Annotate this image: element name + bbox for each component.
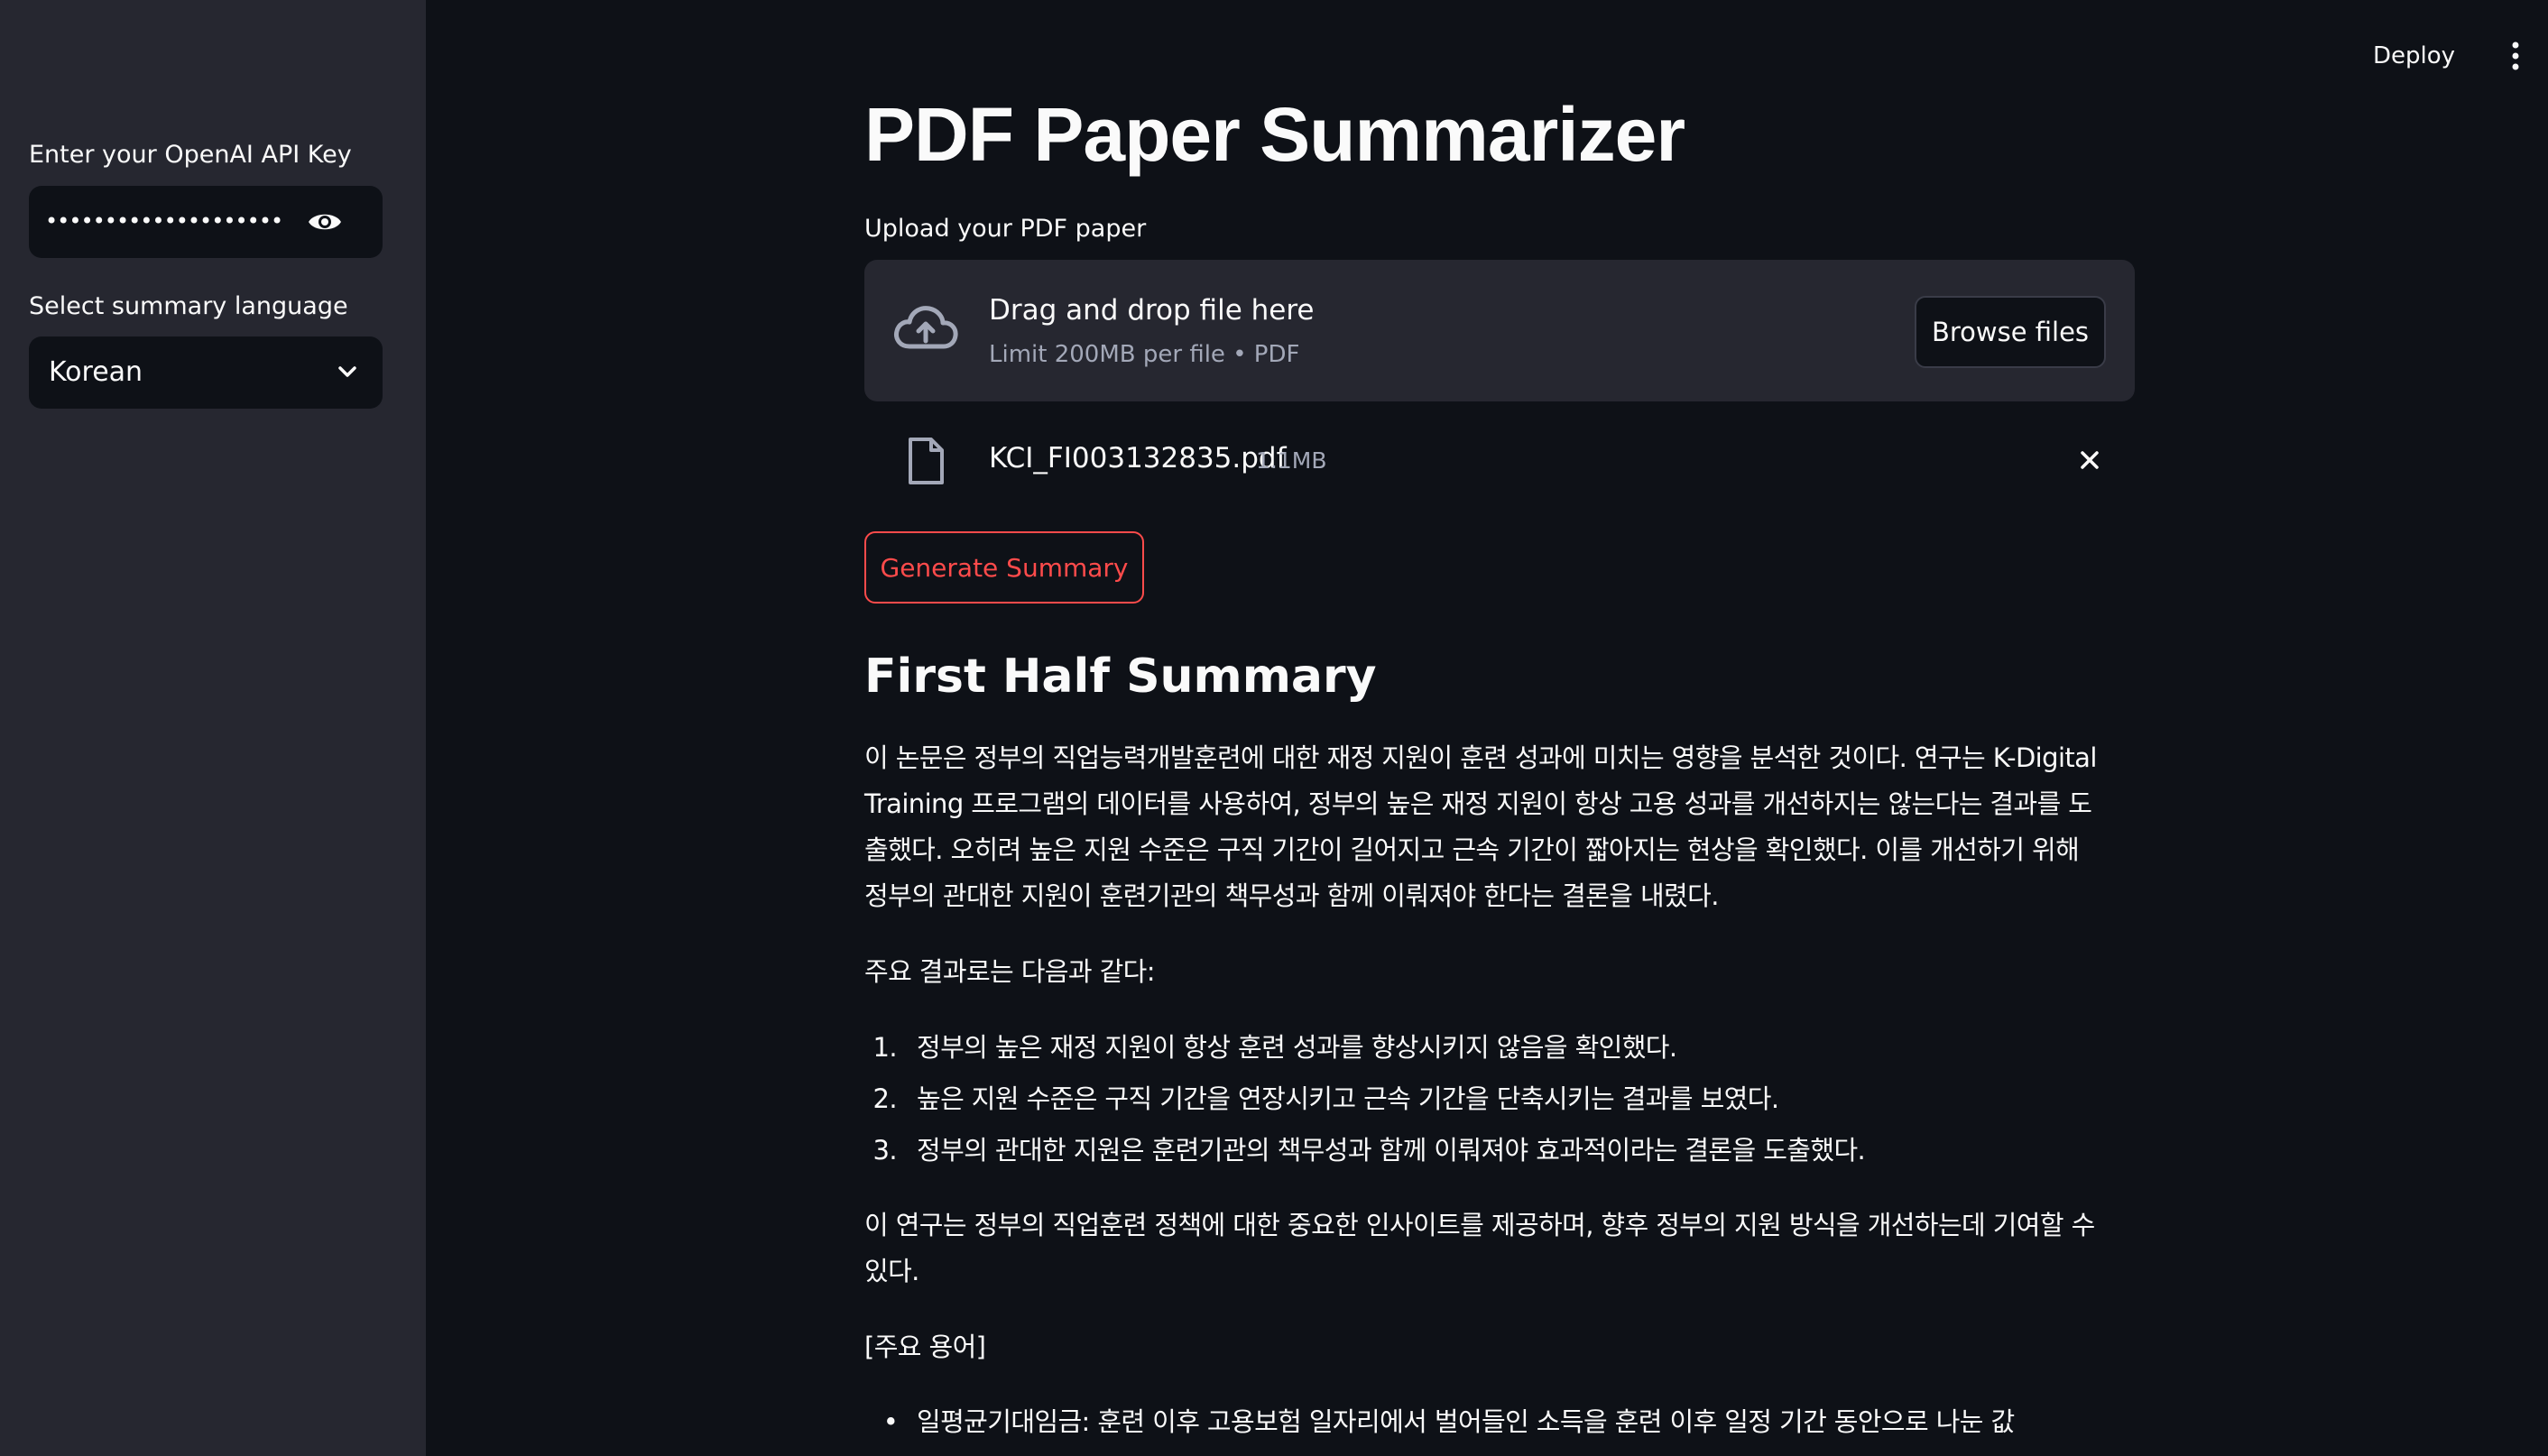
list-number: 3. xyxy=(872,1135,898,1166)
dropzone-title: Drag and drop file here xyxy=(989,294,1315,327)
api-key-value[interactable]: •••••••••••••••••••••••••••• xyxy=(45,206,283,236)
api-key-label: Enter your OpenAI API Key xyxy=(29,141,352,169)
summary-line: 정부의 관대한 지원이 훈련기관의 책무성과 함께 이뤄져야 한다는 결론을 내… xyxy=(864,880,1719,911)
eye-icon[interactable] xyxy=(307,207,343,236)
key-terms-heading: [주요 용어] xyxy=(864,1332,986,1362)
kebab-menu-icon[interactable] xyxy=(2505,40,2526,72)
conclusion-line: 있다. xyxy=(864,1256,919,1286)
summary-paragraph: 이 논문은 정부의 직업능력개발훈련에 대한 재정 지원이 훈련 성과에 미치는… xyxy=(864,735,2135,919)
list-item-text: 정부의 관대한 지원은 훈련기관의 책무성과 함께 이뤄져야 효과적이라는 결론… xyxy=(917,1135,1866,1166)
file-dropzone[interactable]: Drag and drop file here Limit 200MB per … xyxy=(864,260,2135,401)
list-item-text: 정부의 높은 재정 지원이 항상 훈련 성과를 향상시키지 않음을 확인했다. xyxy=(917,1032,1677,1063)
list-item: • 일평균기대임금: 훈련 이후 고용보험 일자리에서 벌어들인 소득을 훈련 이… xyxy=(864,1399,2135,1445)
conclusion-line: 이 연구는 정부의 직업훈련 정책에 대한 중요한 인사이트를 제공하며, 향후… xyxy=(864,1210,2095,1240)
list-item: 1. 정부의 높은 재정 지원이 항상 훈련 성과를 향상시키지 않음을 확인했다… xyxy=(864,1025,2135,1071)
language-label: Select summary language xyxy=(29,292,348,320)
file-icon xyxy=(906,437,946,485)
list-item-text: 높은 지원 수준은 구직 기간을 연장시키고 근속 기간을 단축시키는 결과를 … xyxy=(917,1083,1779,1114)
cloud-upload-icon xyxy=(891,301,960,355)
api-key-input[interactable]: •••••••••••••••••••••••••••• xyxy=(29,186,383,258)
conclusion-paragraph: 이 연구는 정부의 직업훈련 정책에 대한 중요한 인사이트를 제공하며, 향후… xyxy=(864,1203,2135,1295)
language-select-value: Korean xyxy=(49,356,143,388)
language-select[interactable]: Korean xyxy=(29,336,383,409)
uploaded-file-row: KCI_FI003132835.pdf 1.1MB xyxy=(864,429,2135,493)
summary-line: 이 논문은 정부의 직업능력개발훈련에 대한 재정 지원이 훈련 성과에 미치는… xyxy=(864,742,2097,773)
sidebar: Enter your OpenAI API Key ••••••••••••••… xyxy=(0,0,426,1456)
list-item: 3. 정부의 관대한 지원은 훈련기관의 책무성과 함께 이뤄져야 효과적이라는 … xyxy=(864,1128,2135,1174)
browse-files-button[interactable]: Browse files xyxy=(1915,296,2106,368)
bullet-marker: • xyxy=(882,1406,899,1437)
list-item-text: 일평균기대임금: 훈련 이후 고용보험 일자리에서 벌어들인 소득을 훈련 이후… xyxy=(917,1406,2015,1437)
summary-heading: First Half Summary xyxy=(864,650,1377,704)
results-intro: 주요 결과로는 다음과 같다: xyxy=(864,956,1156,987)
file-size: 1.1MB xyxy=(1256,447,1327,474)
list-number: 2. xyxy=(872,1083,898,1114)
dropzone-limit: Limit 200MB per file • PDF xyxy=(989,341,1300,368)
upload-label: Upload your PDF paper xyxy=(864,215,1147,243)
chevron-down-icon xyxy=(337,362,357,382)
summary-line: 출했다. 오히려 높은 지원 수준은 구직 기간이 길어지고 근속 기간이 짧아… xyxy=(864,834,2080,865)
page-title: PDF Paper Summarizer xyxy=(864,92,1685,177)
deploy-button[interactable]: Deploy xyxy=(2373,40,2455,72)
list-number: 1. xyxy=(872,1032,898,1063)
summary-line: Training 프로그램의 데이터를 사용하여, 정부의 높은 재정 지원이 … xyxy=(864,788,2092,819)
generate-summary-button[interactable]: Generate Summary xyxy=(864,531,1144,604)
close-icon[interactable] xyxy=(2073,444,2106,476)
list-item: 2. 높은 지원 수준은 구직 기간을 연장시키고 근속 기간을 단축시키는 결과… xyxy=(864,1076,2135,1122)
file-name: KCI_FI003132835.pdf xyxy=(989,442,1287,475)
app: Enter your OpenAI API Key ••••••••••••••… xyxy=(0,0,2548,1456)
